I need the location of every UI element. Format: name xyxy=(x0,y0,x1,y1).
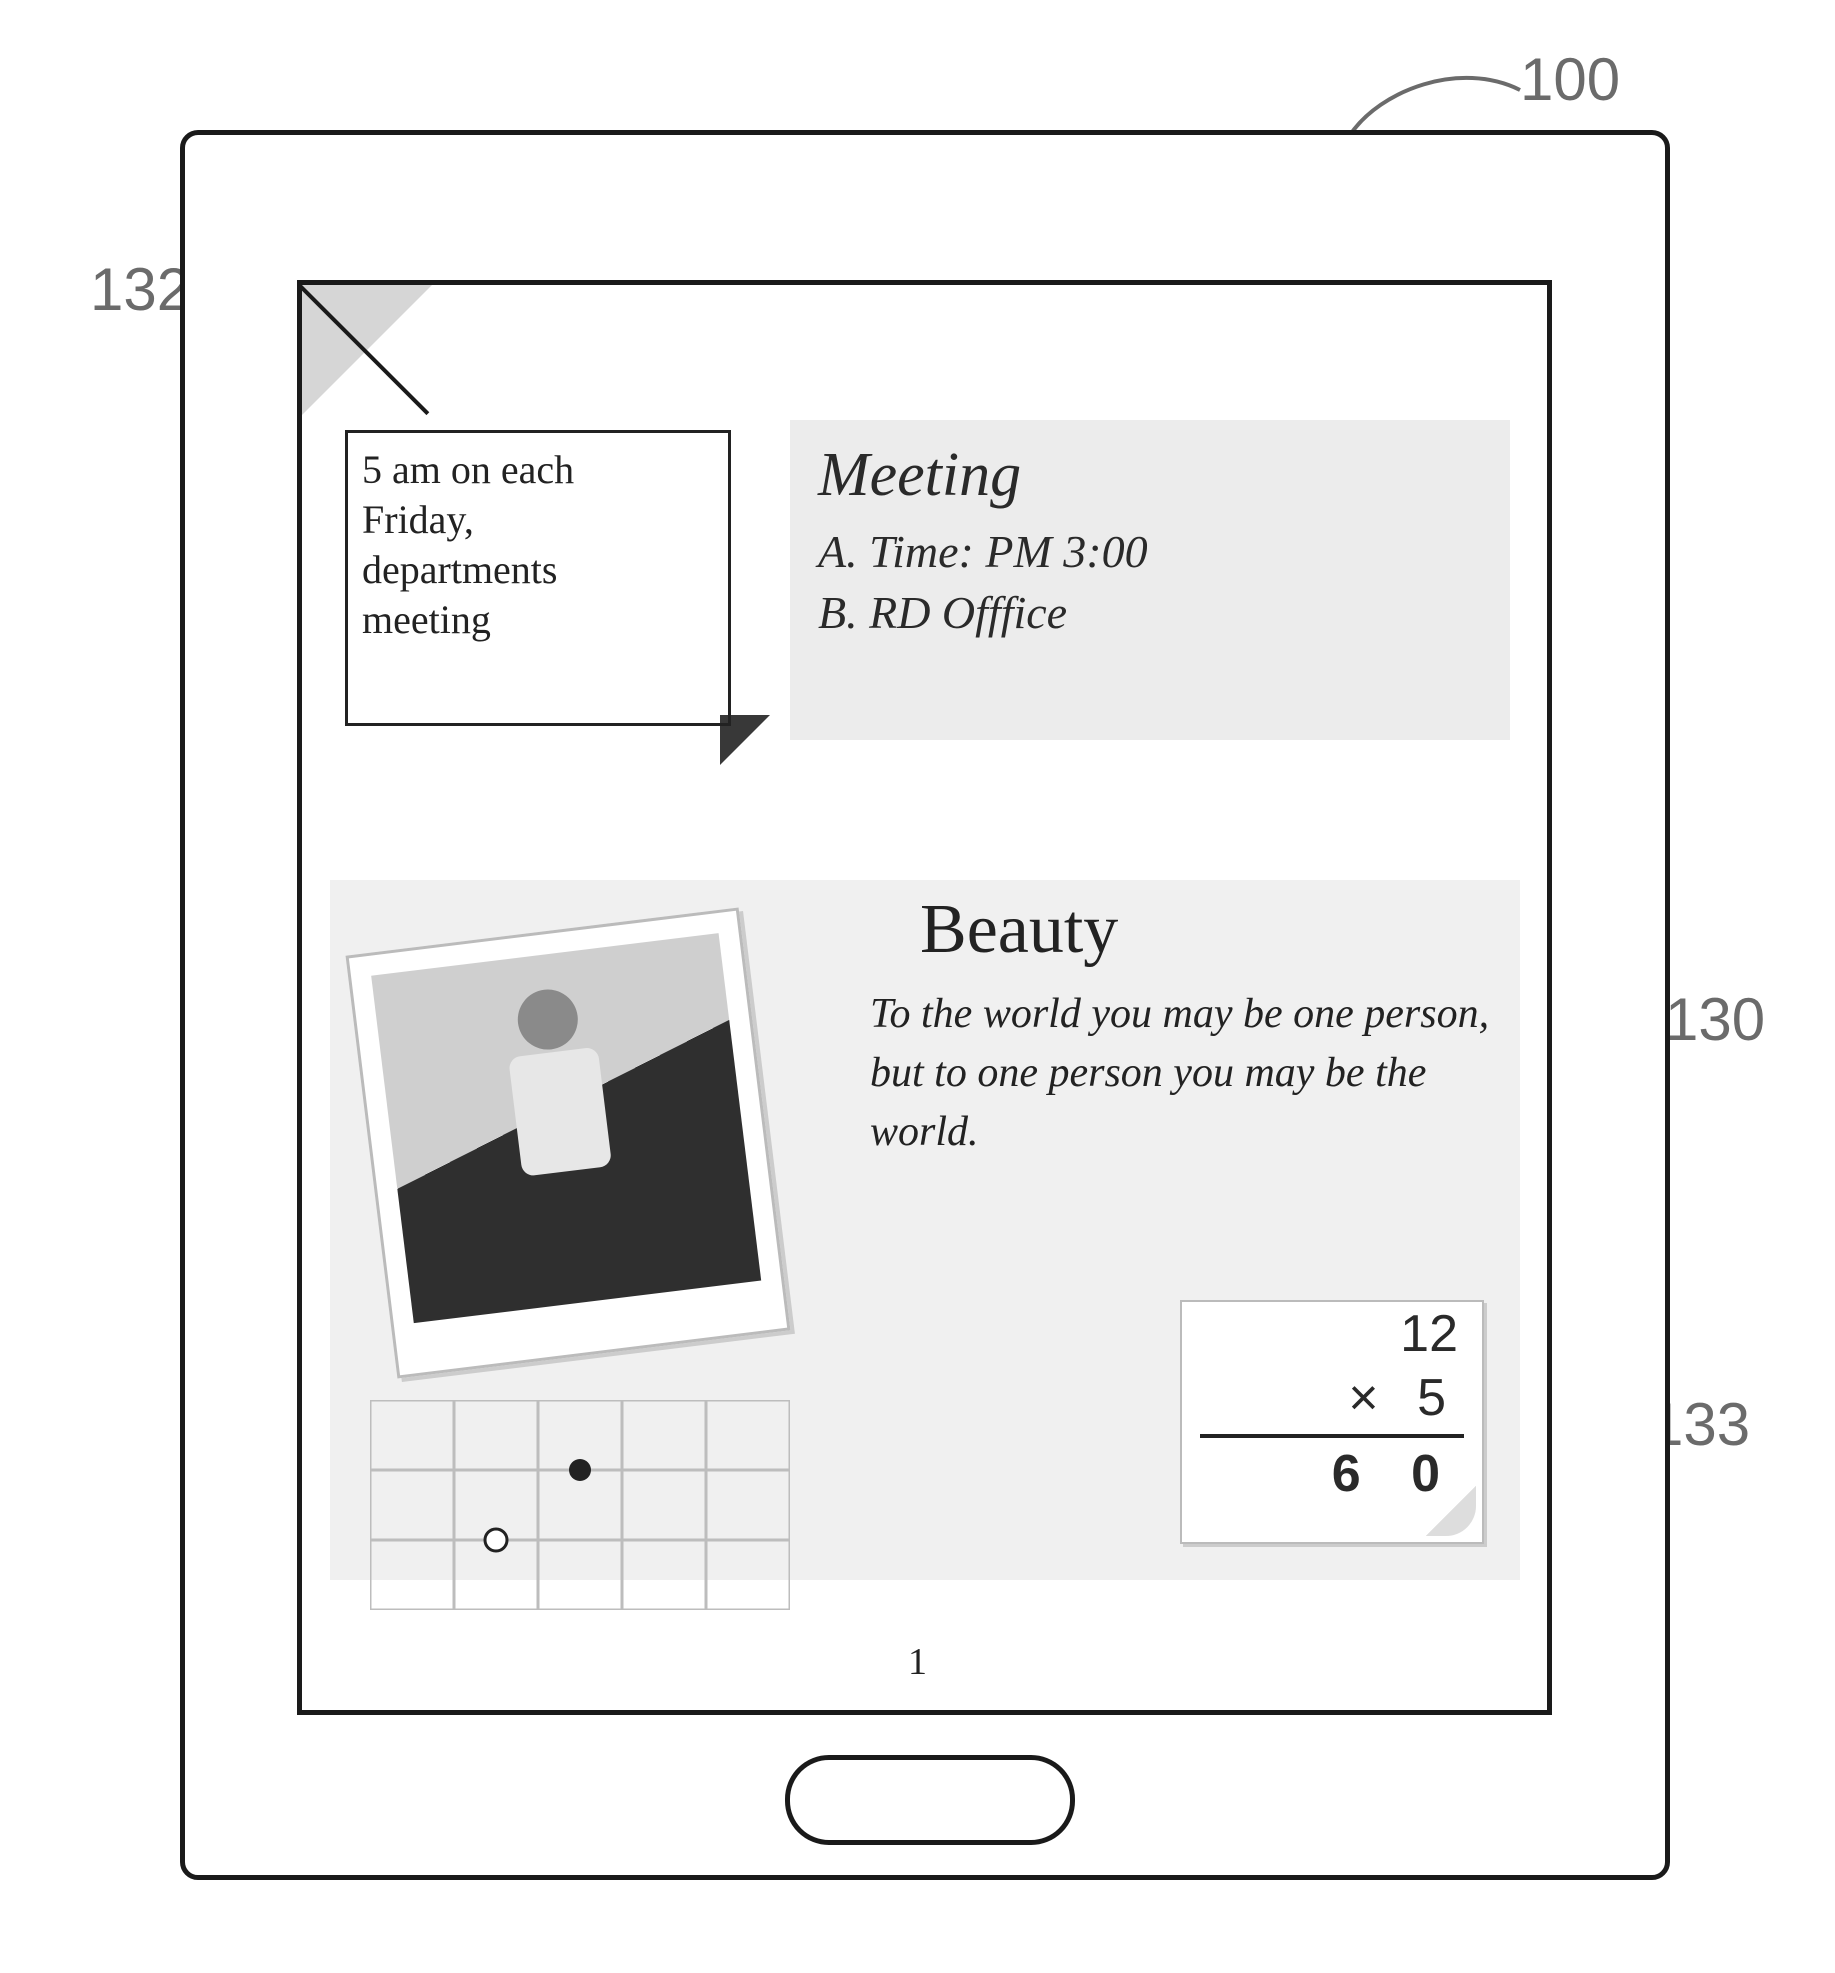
polaroid-photo[interactable] xyxy=(346,907,791,1378)
math-operator: × xyxy=(1348,1369,1390,1427)
meeting-card[interactable]: Meeting A. Time: PM 3:00 B. RD Offfice xyxy=(790,420,1510,740)
grid-chart[interactable] xyxy=(370,1400,790,1610)
math-operand-a: 12 xyxy=(1182,1302,1482,1366)
person-head-shape xyxy=(514,986,581,1053)
math-operation-row: × 5 xyxy=(1182,1366,1482,1430)
callout-screen: 130 xyxy=(1665,985,1765,1054)
callout-corner-fold: 132 xyxy=(90,255,190,324)
math-operand-b: 5 xyxy=(1417,1369,1458,1427)
meeting-card-line-a: A. Time: PM 3:00 xyxy=(790,521,1510,582)
handwritten-note[interactable]: 5 am on each Friday, departments meeting xyxy=(345,430,731,726)
math-note[interactable]: 12 × 5 6 0 xyxy=(1180,1300,1484,1544)
diagram-stage: 100 132 130 133 5 am on each Friday, dep… xyxy=(0,0,1835,1973)
handwritten-note-dogear xyxy=(720,715,770,765)
math-note-curl xyxy=(1426,1486,1476,1536)
home-button[interactable] xyxy=(785,1755,1075,1845)
beauty-title: Beauty xyxy=(920,890,1118,970)
polaroid-photo-image xyxy=(371,933,761,1323)
meeting-card-title: Meeting xyxy=(790,420,1510,521)
beauty-quote: To the world you may be one person, but … xyxy=(870,985,1490,1161)
person-body-shape xyxy=(508,1047,612,1177)
meeting-card-line-b: B. RD Offfice xyxy=(790,582,1510,643)
math-rule xyxy=(1200,1434,1464,1438)
handwritten-note-text: 5 am on each Friday, departments meeting xyxy=(348,433,728,657)
callout-device: 100 xyxy=(1520,45,1620,114)
page-number: 1 xyxy=(908,1640,927,1684)
